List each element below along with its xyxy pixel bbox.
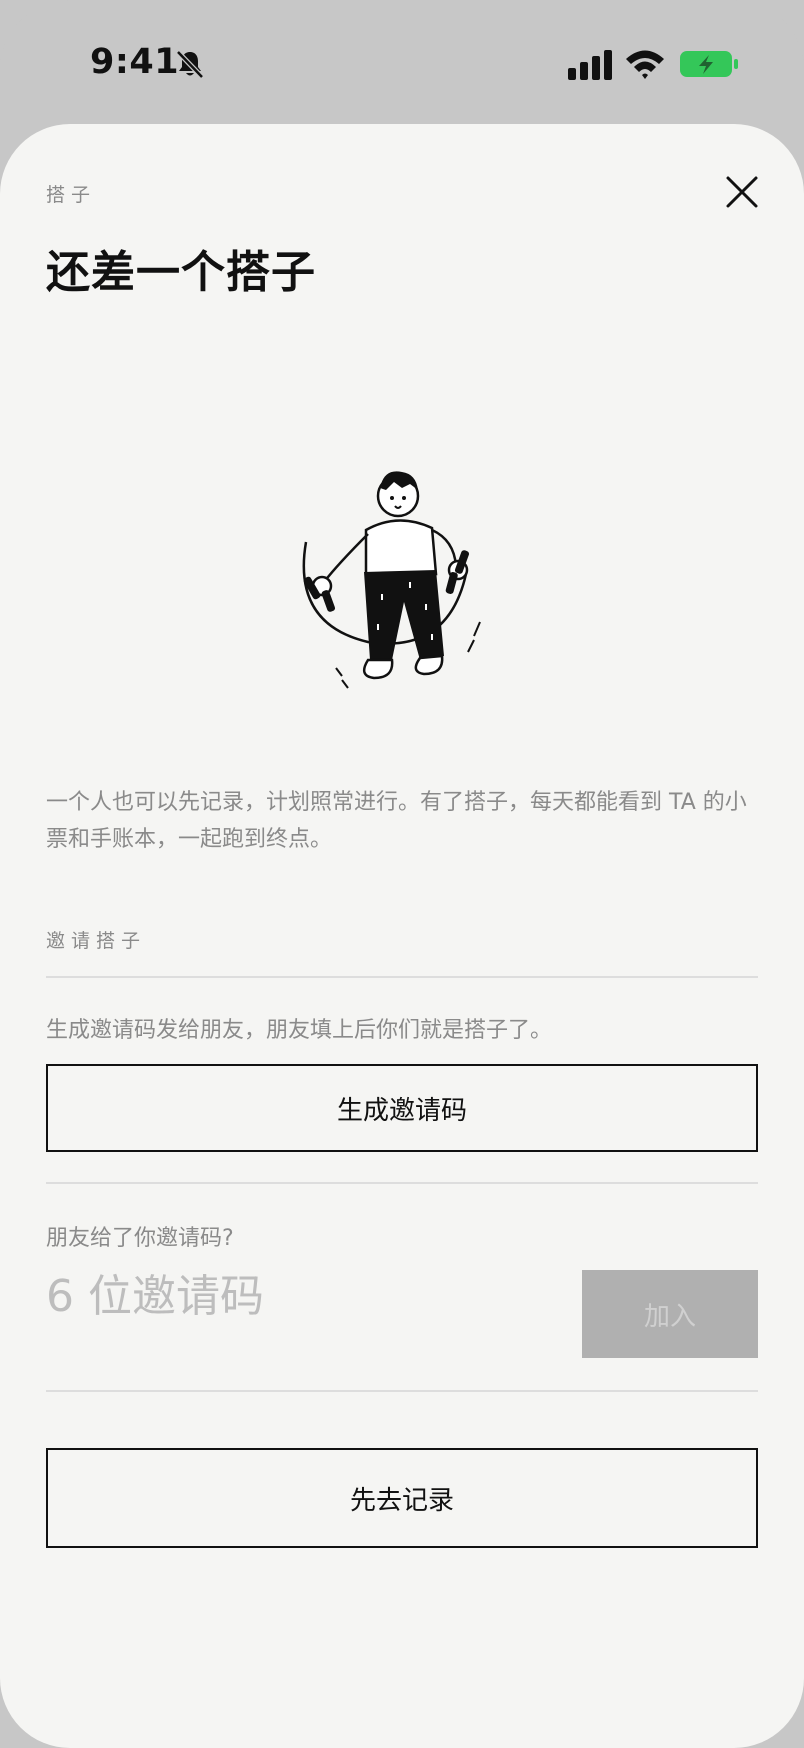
signal-icon bbox=[568, 50, 612, 80]
bell-off-icon bbox=[176, 50, 204, 79]
record-first-button[interactable]: 先去记录 bbox=[46, 1448, 758, 1548]
invite-section-label: 邀请搭子 bbox=[46, 930, 147, 952]
wifi-icon bbox=[626, 50, 664, 79]
friend-code-label: 朋友给了你邀请码? bbox=[46, 1226, 234, 1251]
phone-frame: 9:41 搭子 还差一个搭子 一个人也可以先记录，计划照常进行。有了搭子，每天都… bbox=[0, 0, 804, 1748]
sheet-kicker: 搭子 bbox=[46, 184, 97, 206]
status-time: 9:41 bbox=[90, 42, 180, 82]
intro-text: 一个人也可以先记录，计划照常进行。有了搭子，每天都能看到 TA 的小票和手账本，… bbox=[46, 790, 747, 852]
battery-charging-icon bbox=[680, 51, 738, 77]
close-icon[interactable] bbox=[720, 170, 764, 214]
divider bbox=[46, 976, 758, 978]
invite-sheet: 搭子 还差一个搭子 一个人也可以先记录，计划照常进行。有了搭子，每天都能看到 T… bbox=[0, 124, 804, 1748]
join-button[interactable]: 加入 bbox=[582, 1270, 758, 1358]
generate-invite-code-button[interactable]: 生成邀请码 bbox=[46, 1064, 758, 1152]
divider bbox=[46, 1182, 758, 1184]
invite-code-input[interactable] bbox=[46, 1264, 566, 1328]
divider bbox=[46, 1390, 758, 1392]
invite-description: 生成邀请码发给朋友，朋友填上后你们就是搭子了。 bbox=[46, 1018, 553, 1043]
jump-rope-person-illustration bbox=[302, 471, 481, 689]
page-title: 还差一个搭子 bbox=[46, 247, 316, 298]
status-bar: 9:41 bbox=[0, 0, 804, 125]
